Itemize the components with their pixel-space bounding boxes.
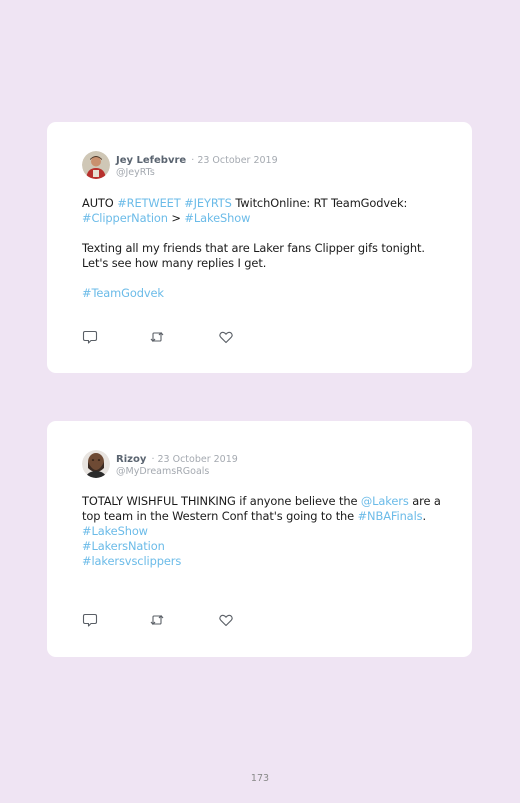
reply-icon[interactable] — [82, 329, 98, 345]
author-handle[interactable]: @JeyRTs — [116, 167, 278, 179]
tweet-date: · 23 October 2019 — [191, 154, 278, 166]
tweet-paragraph: #LakersNation — [82, 539, 442, 554]
tweet-actions — [82, 329, 242, 345]
text-segment: > — [167, 211, 185, 225]
tweet-header: Rizoy · 23 October 2019 @MyDreamsRGoals — [82, 449, 238, 479]
reply-icon[interactable] — [82, 612, 98, 628]
tweet-body: AUTO #RETWEET #JEYRTS TwitchOnline: RT T… — [82, 196, 442, 301]
avatar[interactable] — [82, 151, 110, 179]
text-segment: TOTALY WISHFUL THINKING if anyone believ… — [82, 494, 361, 508]
tweet-paragraph: #LakeShow — [82, 524, 442, 539]
hashtag-link[interactable]: #LakersNation — [82, 539, 165, 553]
hashtag-link[interactable]: #JEYRTS — [184, 196, 232, 210]
retweet-icon[interactable] — [149, 329, 165, 345]
tweet-body: TOTALY WISHFUL THINKING if anyone believ… — [82, 494, 442, 569]
tweet-header: Jey Lefebvre · 23 October 2019 @JeyRTs — [82, 150, 278, 180]
tweet-paragraph: #lakersvsclippers — [82, 554, 442, 569]
mention-link[interactable]: @Lakers — [361, 494, 409, 508]
text-segment: . — [422, 509, 426, 523]
hashtag-link[interactable]: #LakeShow — [184, 211, 250, 225]
retweet-icon[interactable] — [149, 612, 165, 628]
tweet-meta: Rizoy · 23 October 2019 @MyDreamsRGoals — [116, 451, 238, 478]
page-number: 173 — [250, 773, 270, 784]
avatar[interactable] — [82, 450, 110, 478]
text-segment: AUTO — [82, 196, 118, 210]
like-icon[interactable] — [218, 612, 234, 628]
tweet-card: Jey Lefebvre · 23 October 2019 @JeyRTs A… — [47, 122, 472, 373]
author-handle[interactable]: @MyDreamsRGoals — [116, 466, 238, 478]
hashtag-link[interactable]: #NBAFinals — [358, 509, 423, 523]
tweet-paragraph: TOTALY WISHFUL THINKING if anyone believ… — [82, 494, 442, 524]
tweet-meta: Jey Lefebvre · 23 October 2019 @JeyRTs — [116, 152, 278, 179]
hashtag-link[interactable]: #lakersvsclippers — [82, 554, 181, 568]
tweet-paragraph: #TeamGodvek — [82, 286, 442, 301]
author-name[interactable]: Rizoy — [116, 454, 146, 465]
tweet-paragraph: AUTO #RETWEET #JEYRTS TwitchOnline: RT T… — [82, 196, 442, 226]
tweet-paragraph: Texting all my friends that are Laker fa… — [82, 241, 425, 270]
tweet-actions — [82, 612, 242, 628]
hashtag-link[interactable]: #ClipperNation — [82, 211, 168, 225]
tweet-date: · 23 October 2019 — [151, 453, 238, 465]
tweet-card: Rizoy · 23 October 2019 @MyDreamsRGoals … — [47, 421, 472, 657]
author-name[interactable]: Jey Lefebvre — [116, 155, 186, 166]
hashtag-link[interactable]: #TeamGodvek — [82, 286, 164, 300]
hashtag-link[interactable]: #LakeShow — [82, 524, 148, 538]
text-segment: TwitchOnline: RT TeamGodvek: — [231, 196, 408, 210]
hashtag-link[interactable]: #RETWEET — [117, 196, 181, 210]
like-icon[interactable] — [218, 329, 234, 345]
